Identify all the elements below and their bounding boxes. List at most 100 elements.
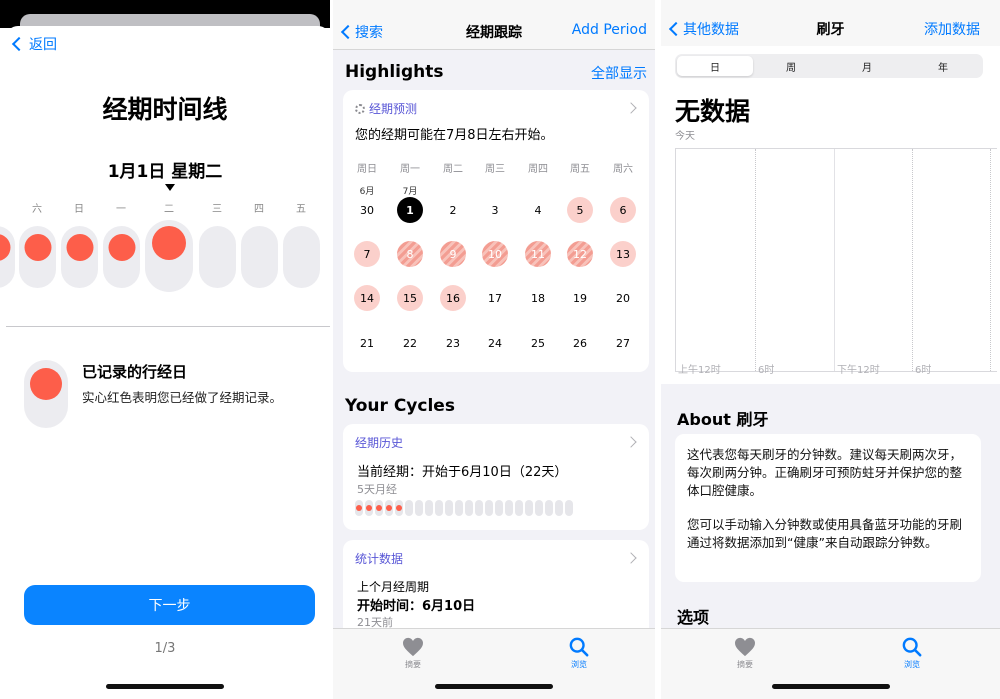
divider	[6, 326, 330, 327]
timeline-day[interactable]	[283, 226, 320, 288]
calendar-day-predicted[interactable]: 12	[567, 241, 593, 267]
calendar-day[interactable]: 25	[525, 330, 551, 356]
calendar-day-fertile[interactable]: 5	[567, 197, 593, 223]
day-marker	[405, 500, 413, 516]
calendar-day-fertile[interactable]: 6	[610, 197, 636, 223]
tab-summary[interactable]: 摘要	[383, 637, 443, 670]
calendar-day[interactable]: 4	[525, 197, 551, 223]
timeline-day[interactable]	[199, 226, 236, 288]
day-marker	[535, 500, 543, 516]
add-period-button[interactable]: Add Period	[572, 22, 647, 38]
day-marker	[395, 500, 403, 516]
calendar-day-predicted[interactable]: 8	[397, 241, 423, 267]
calendar-day-predicted[interactable]: 11	[525, 241, 551, 267]
weekday-header: 周三	[485, 164, 505, 175]
calendar-day-fertile[interactable]: 14	[354, 285, 380, 311]
day-marker	[375, 500, 383, 516]
weekday-label: 五	[296, 204, 306, 215]
weekday-header: 周四	[528, 164, 548, 175]
calendar-day[interactable]: 3	[482, 197, 508, 223]
period-timeline-screen: 返回 经期时间线 1月1日 星期二 六 日 一 二 三 四 五 已记录的行经日 …	[0, 0, 330, 699]
calendar-day-fertile[interactable]: 16	[440, 285, 466, 311]
calendar-day-predicted[interactable]: 10	[482, 241, 508, 267]
calendar-day[interactable]: 20	[610, 285, 636, 311]
calendar-day[interactable]: 21	[354, 330, 380, 356]
segment-month[interactable]: 月	[829, 56, 905, 76]
search-icon	[569, 637, 589, 657]
card-title: 统计数据	[355, 552, 404, 566]
calendar-day-fertile[interactable]: 13	[610, 241, 636, 267]
about-paragraph: 这代表您每天刷牙的分钟数。建议每天刷两次牙，每次刷两分钟。正确刷牙可预防蛀牙并保…	[687, 447, 963, 498]
flow-days: 5天月经	[357, 483, 397, 496]
calendar-day[interactable]: 24	[482, 330, 508, 356]
options-heading: 选项	[677, 608, 710, 627]
tab-browse[interactable]: 浏览	[882, 637, 942, 670]
page-indicator: 1/3	[154, 641, 176, 656]
calendar-day[interactable]: 26	[567, 330, 593, 356]
card-title: 经期历史	[355, 436, 404, 450]
calendar-day[interactable]: 2	[440, 197, 466, 223]
grid-line	[834, 149, 835, 371]
legend-swatch	[24, 360, 68, 428]
tab-label: 摘要	[405, 660, 421, 669]
day-marker	[525, 500, 533, 516]
day-marker	[515, 500, 523, 516]
page-title: 经期时间线	[102, 95, 228, 124]
weekday-label: 六	[32, 204, 42, 215]
grid-line	[755, 149, 756, 371]
legend-description: 实心红色表明您已经做了经期记录。	[82, 390, 283, 405]
weekday-label: 四	[254, 204, 264, 215]
timeline-day-selected[interactable]	[145, 220, 193, 292]
back-button[interactable]: 返回	[11, 34, 57, 54]
weekday-label: 日	[74, 204, 84, 215]
calendar-day-predicted[interactable]: 9	[440, 241, 466, 267]
calendar-day[interactable]: 30	[354, 197, 380, 223]
day-marker	[385, 500, 393, 516]
day-marker	[455, 500, 463, 516]
prediction-text: 您的经期可能在7月8日左右开始。	[355, 128, 554, 143]
triangle-down-icon	[165, 184, 175, 191]
calendar-day-fertile[interactable]: 7	[354, 241, 380, 267]
tab-label: 浏览	[571, 660, 587, 669]
chevron-left-icon	[11, 36, 27, 52]
start-time: 开始时间：6月10日	[357, 599, 476, 614]
day-marker	[425, 500, 433, 516]
current-period: 当前经期：开始于6月10日（22天）	[357, 465, 568, 480]
month-label: 7月	[402, 187, 418, 197]
cycle-bar	[355, 500, 573, 516]
segment-day[interactable]: 日	[677, 56, 753, 76]
grid-line	[912, 149, 913, 371]
segment-week[interactable]: 周	[753, 56, 829, 76]
empty-chart: 上午12时 6时 下午12时 6时	[675, 148, 997, 376]
prediction-card[interactable]: 经期预测 您的经期可能在7月8日左右开始。 周日 周一 周二 周三 周四 周五 …	[343, 90, 649, 372]
x-tick: 上午12时	[678, 365, 721, 376]
tab-browse[interactable]: 浏览	[549, 637, 609, 670]
tab-summary[interactable]: 摘要	[715, 637, 775, 670]
calendar-day[interactable]: 22	[397, 330, 423, 356]
heart-icon	[735, 637, 755, 657]
timeline-day[interactable]	[103, 226, 140, 288]
today-label: 今天	[675, 131, 695, 142]
timeline-day[interactable]	[19, 226, 56, 288]
highlights-heading: Highlights	[345, 62, 444, 82]
show-all-link[interactable]: 全部显示	[591, 63, 647, 83]
timeline-day[interactable]	[241, 226, 278, 288]
calendar-day-today[interactable]: 1	[397, 197, 423, 223]
home-indicator	[435, 684, 553, 689]
calendar-day[interactable]: 17	[482, 285, 508, 311]
next-button[interactable]: 下一步	[24, 585, 315, 625]
no-data-label: 无数据	[675, 97, 751, 126]
day-marker	[365, 500, 373, 516]
timeline-day[interactable]	[61, 226, 98, 288]
x-tick: 6时	[915, 365, 932, 376]
segment-year[interactable]: 年	[905, 56, 981, 76]
add-data-button[interactable]: 添加数据	[924, 19, 980, 39]
day-marker	[555, 500, 563, 516]
calendar-day-fertile[interactable]: 15	[397, 285, 423, 311]
calendar-day[interactable]: 18	[525, 285, 551, 311]
calendar-day[interactable]: 23	[440, 330, 466, 356]
calendar-day[interactable]: 27	[610, 330, 636, 356]
tab-label: 摘要	[737, 660, 753, 669]
calendar-day[interactable]: 19	[567, 285, 593, 311]
about-card: 这代表您每天刷牙的分钟数。建议每天刷两次牙，每次刷两分钟。正确刷牙可预防蛀牙并保…	[675, 434, 981, 582]
